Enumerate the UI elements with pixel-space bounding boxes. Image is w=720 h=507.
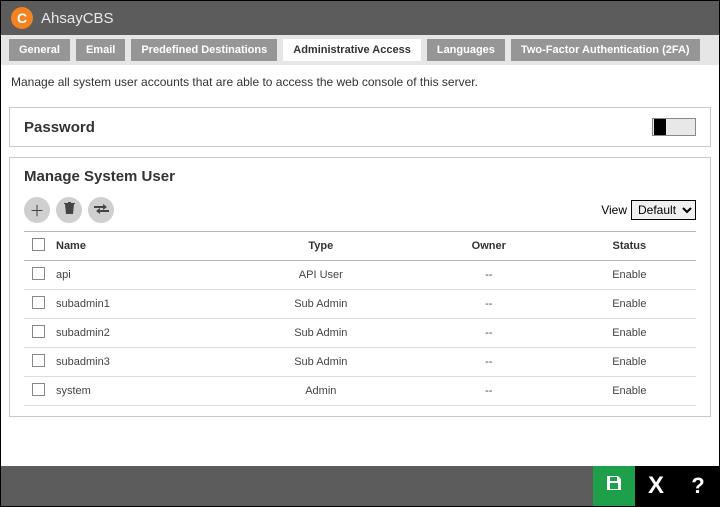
transfer-icon (94, 202, 109, 219)
app-title: AhsayCBS (41, 10, 114, 27)
table-row[interactable]: subadmin2Sub Admin--Enable (24, 319, 696, 348)
save-button[interactable] (593, 466, 635, 506)
tab-languages[interactable]: Languages (427, 39, 505, 61)
toggle-knob (654, 119, 666, 135)
password-toggle[interactable] (652, 118, 696, 136)
close-button[interactable]: X (635, 466, 677, 506)
cell-type: Admin (227, 377, 415, 406)
manage-toolbar: ＋ View Default (24, 197, 696, 223)
help-icon: ? (691, 473, 704, 499)
close-icon: X (648, 472, 664, 500)
footer-bar: X ? (1, 466, 719, 506)
cell-status: Enable (563, 261, 696, 290)
select-all-checkbox[interactable] (32, 238, 45, 251)
row-checkbox[interactable] (32, 354, 45, 367)
table-row[interactable]: subadmin1Sub Admin--Enable (24, 290, 696, 319)
row-checkbox[interactable] (32, 383, 45, 396)
cell-type: Sub Admin (227, 290, 415, 319)
col-type[interactable]: Type (227, 232, 415, 261)
cell-owner: -- (415, 348, 563, 377)
tab-two-factor-authentication-2fa-[interactable]: Two-Factor Authentication (2FA) (511, 39, 700, 61)
cell-owner: -- (415, 261, 563, 290)
view-control: View Default (601, 200, 696, 220)
row-checkbox[interactable] (32, 296, 45, 309)
row-checkbox[interactable] (32, 267, 45, 280)
cell-name: api (52, 261, 227, 290)
col-owner[interactable]: Owner (415, 232, 563, 261)
tab-administrative-access[interactable]: Administrative Access (283, 39, 421, 61)
cell-status: Enable (563, 319, 696, 348)
manage-user-title: Manage System User (24, 168, 696, 185)
tab-email[interactable]: Email (76, 39, 125, 61)
cell-owner: -- (415, 377, 563, 406)
spacer (1, 427, 719, 466)
table-row[interactable]: apiAPI User--Enable (24, 261, 696, 290)
cell-name: subadmin1 (52, 290, 227, 319)
cell-type: API User (227, 261, 415, 290)
floppy-icon (605, 474, 623, 498)
cell-status: Enable (563, 290, 696, 319)
help-button[interactable]: ? (677, 466, 719, 506)
delete-button[interactable] (56, 197, 82, 223)
cell-type: Sub Admin (227, 319, 415, 348)
tab-general[interactable]: General (9, 39, 70, 61)
cell-name: subadmin2 (52, 319, 227, 348)
app-logo: C (11, 7, 33, 29)
cell-type: Sub Admin (227, 348, 415, 377)
plus-icon: ＋ (29, 200, 44, 221)
action-buttons: ＋ (24, 197, 114, 223)
assign-button[interactable] (88, 197, 114, 223)
header-checkbox-cell (24, 232, 52, 261)
cell-name: system (52, 377, 227, 406)
cell-status: Enable (563, 377, 696, 406)
cell-owner: -- (415, 319, 563, 348)
col-status[interactable]: Status (563, 232, 696, 261)
page-description: Manage all system user accounts that are… (1, 65, 719, 107)
password-label: Password (24, 119, 95, 136)
cell-status: Enable (563, 348, 696, 377)
table-row[interactable]: systemAdmin--Enable (24, 377, 696, 406)
table-row[interactable]: subadmin3Sub Admin--Enable (24, 348, 696, 377)
cell-name: subadmin3 (52, 348, 227, 377)
trash-icon (63, 201, 76, 219)
tabs-bar: General Email Predefined Destinations Admin… (1, 35, 719, 65)
tab-predefined-destinations[interactable]: Predefined Destinations (131, 39, 277, 61)
cell-owner: -- (415, 290, 563, 319)
add-button[interactable]: ＋ (24, 197, 50, 223)
col-name[interactable]: Name (52, 232, 227, 261)
app-header: C AhsayCBS (1, 1, 719, 35)
password-section: Password (9, 107, 711, 147)
users-table: Name Type Owner Status apiAPI User--Enab… (24, 231, 696, 406)
manage-user-section: Manage System User ＋ View Default (9, 157, 711, 417)
view-label: View (601, 203, 627, 217)
view-select[interactable]: Default (631, 200, 696, 220)
row-checkbox[interactable] (32, 325, 45, 338)
